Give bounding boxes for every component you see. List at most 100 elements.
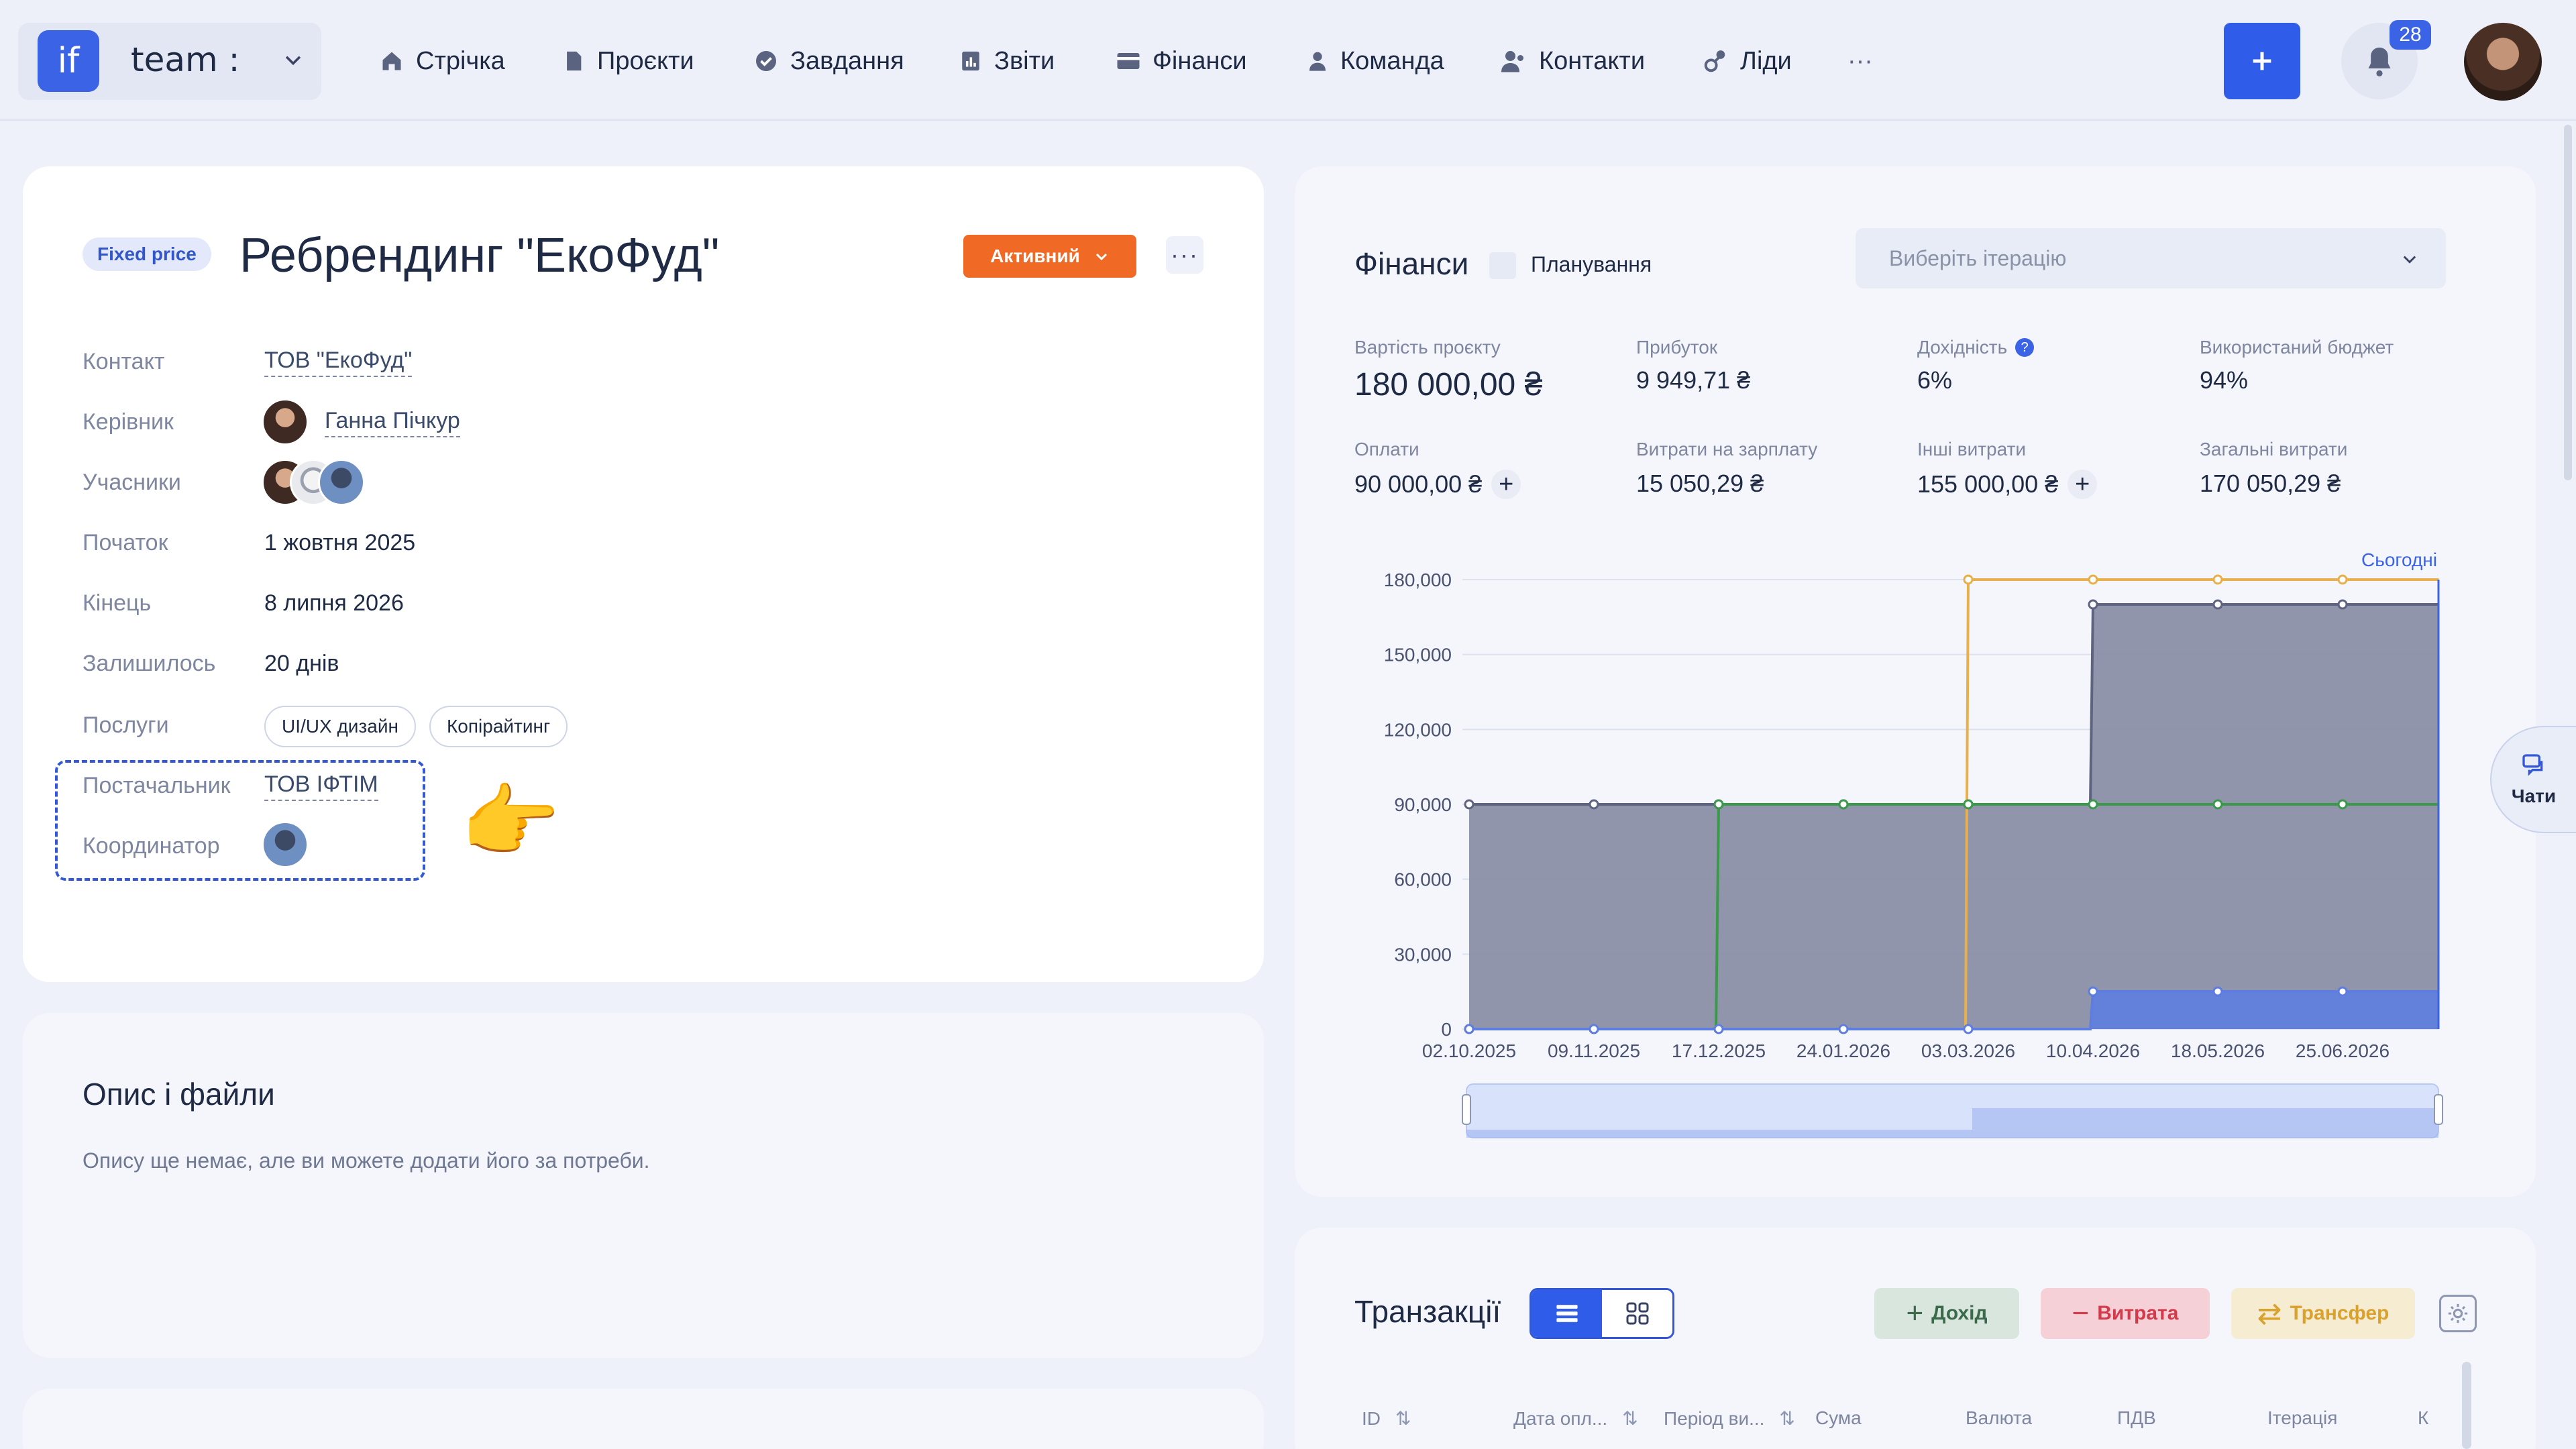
kpi-total-value: 170 050,29 ₴ (2200, 470, 2341, 497)
contact-link[interactable]: ТОВ "ЕкоФуд" (264, 347, 413, 377)
contact-value[interactable]: ТОВ "ЕкоФуд" (264, 347, 413, 377)
table-scrollbar[interactable] (2462, 1362, 2471, 1449)
service-tag[interactable]: UI/UX дизайн (264, 706, 416, 747)
column-header-payment-date[interactable]: Дата опл... ⇅ (1513, 1407, 1638, 1430)
nav-item-label: Стрічка (416, 46, 505, 75)
supplier-value[interactable]: ТОВ ІФТІМ (264, 771, 378, 801)
create-button[interactable] (2224, 23, 2300, 99)
data-point (2337, 599, 2348, 610)
data-point (2088, 799, 2098, 810)
data-point (1963, 1024, 1974, 1034)
sort-icon[interactable]: ⇅ (1779, 1408, 1794, 1429)
column-header-id[interactable]: ID ⇅ (1362, 1407, 1411, 1430)
nav-item-reports[interactable]: Звіти (959, 44, 1055, 78)
project-more-button[interactable]: ··· (1166, 236, 1203, 274)
column-header-k[interactable]: К (2418, 1407, 2428, 1429)
status-dropdown[interactable]: Активний (963, 235, 1136, 278)
chevron-down-icon[interactable] (282, 48, 305, 71)
add-expense-button[interactable]: + (2068, 470, 2098, 499)
iteration-placeholder: Виберіть ітерацію (1889, 246, 2067, 270)
kpi-total-label: Загальні витрати (2200, 439, 2348, 460)
kpi-payments-value: 90 000,00 ₴ (1354, 470, 1483, 498)
coordinator-avatar[interactable] (262, 821, 309, 868)
column-header-vat[interactable]: ПДВ (2117, 1407, 2156, 1429)
supplier-label: Постачальник (83, 773, 231, 798)
manager-value[interactable]: Ганна Пічкур (325, 408, 460, 437)
column-header-amount[interactable]: Сума (1815, 1407, 1862, 1429)
transactions-settings-button[interactable] (2439, 1295, 2477, 1332)
data-point (1838, 799, 1849, 810)
nav-item-finance[interactable]: Фінанси (1116, 44, 1247, 78)
kpi-other: 155 000,00 ₴ + (1917, 470, 2098, 499)
y-tick-label: 150,000 (1384, 645, 1452, 665)
kpi-yield-label: Дохідність (1917, 337, 2008, 358)
data-point (1838, 1024, 1849, 1034)
kpi-payments-label: Оплати (1354, 439, 1419, 460)
data-point (1713, 1024, 1724, 1034)
kpi-other-value: 155 000,00 ₴ (1917, 470, 2059, 498)
manager-link[interactable]: Ганна Пічкур (325, 408, 460, 437)
coordinator-label: Координатор (83, 833, 220, 859)
add-payment-button[interactable]: + (1491, 470, 1521, 499)
kpi-other-label: Інші витрати (1917, 439, 2027, 460)
description-empty-text: Опису ще немає, але ви можете додати йог… (83, 1148, 650, 1173)
manager-avatar[interactable] (262, 398, 309, 445)
add-income-button[interactable]: + Дохід (1874, 1288, 2019, 1339)
nav-item-feed[interactable]: Стрічка (380, 44, 505, 78)
planning-checkbox[interactable] (1489, 252, 1516, 279)
column-header-currency[interactable]: Валюта (1966, 1407, 2032, 1429)
today-label: Сьогодні (2361, 549, 2437, 570)
nav-item-label: Проєкти (597, 46, 694, 75)
list-icon (1556, 1305, 1578, 1322)
data-point (1963, 799, 1974, 810)
chat-icon (2522, 754, 2543, 776)
nav-item-projects[interactable]: Проєкти (562, 44, 694, 78)
check-circle-icon (756, 51, 776, 71)
iteration-select[interactable]: Виберіть ітерацію (1856, 228, 2446, 288)
nav-item-label: Команда (1340, 46, 1444, 75)
kpi-profit-label: Прибуток (1636, 337, 1718, 358)
column-header-iteration[interactable]: Ітерація (2267, 1407, 2337, 1429)
nav-item-label: Завдання (790, 46, 904, 75)
nav-item-contacts[interactable]: Контакти (1500, 44, 1645, 78)
add-transfer-button[interactable]: ⇄ Трансфер (2231, 1288, 2415, 1339)
kpi-yield-value: 6% (1917, 366, 1953, 394)
data-point (2212, 799, 2223, 810)
expense-label: Витрата (2097, 1302, 2179, 1324)
page-scrollbar[interactable] (2564, 125, 2572, 480)
finance-chart: 0 30,000 60,000 90,000 120,000 150,000 180,000… (1335, 537, 2462, 1140)
sort-icon[interactable]: ⇅ (1395, 1408, 1411, 1429)
person-icon (1309, 52, 1326, 71)
team-name[interactable]: team : (131, 40, 239, 79)
info-icon[interactable]: ? (2015, 338, 2035, 357)
nav-more-button[interactable]: ··· (1847, 44, 1873, 78)
supplier-link[interactable]: ТОВ ІФТІМ (264, 771, 378, 801)
next-card (23, 1389, 1264, 1449)
nav-item-tasks[interactable]: Завдання (754, 44, 904, 78)
grid-view-button[interactable] (1602, 1290, 1672, 1337)
kpi-salary-value: 15 050,29 ₴ (1636, 470, 1764, 497)
sort-icon[interactable]: ⇅ (1622, 1408, 1638, 1429)
nav-item-leads[interactable]: Ліди (1703, 44, 1792, 78)
view-toggle (1529, 1288, 1674, 1339)
nav-item-label: Контакти (1539, 46, 1646, 75)
service-tag[interactable]: Копірайтинг (429, 706, 568, 747)
column-label: Період ви... (1664, 1408, 1765, 1429)
x-tick-label: 25.06.2026 (2296, 1040, 2390, 1061)
column-label: ID (1362, 1408, 1381, 1429)
finance-title: Фінанси (1354, 246, 1469, 281)
column-header-period[interactable]: Період ви... ⇅ (1664, 1407, 1795, 1430)
home-icon (382, 52, 401, 70)
kpi-budget-value: 94% (2200, 366, 2249, 394)
kpi-payments: 90 000,00 ₴ + (1354, 470, 1521, 499)
range-handle-left (1462, 1094, 1471, 1125)
add-expense-transaction-button[interactable]: − Витрата (2041, 1288, 2210, 1339)
data-point (1963, 574, 1974, 585)
end-value: 8 липня 2026 (264, 590, 404, 616)
user-avatar[interactable] (2464, 23, 2542, 101)
member-avatar[interactable] (318, 459, 365, 506)
x-tick-label: 24.01.2026 (1796, 1040, 1890, 1061)
list-view-button[interactable] (1532, 1290, 1602, 1337)
nav-item-team[interactable]: Команда (1307, 44, 1444, 78)
data-point (1589, 799, 1599, 810)
